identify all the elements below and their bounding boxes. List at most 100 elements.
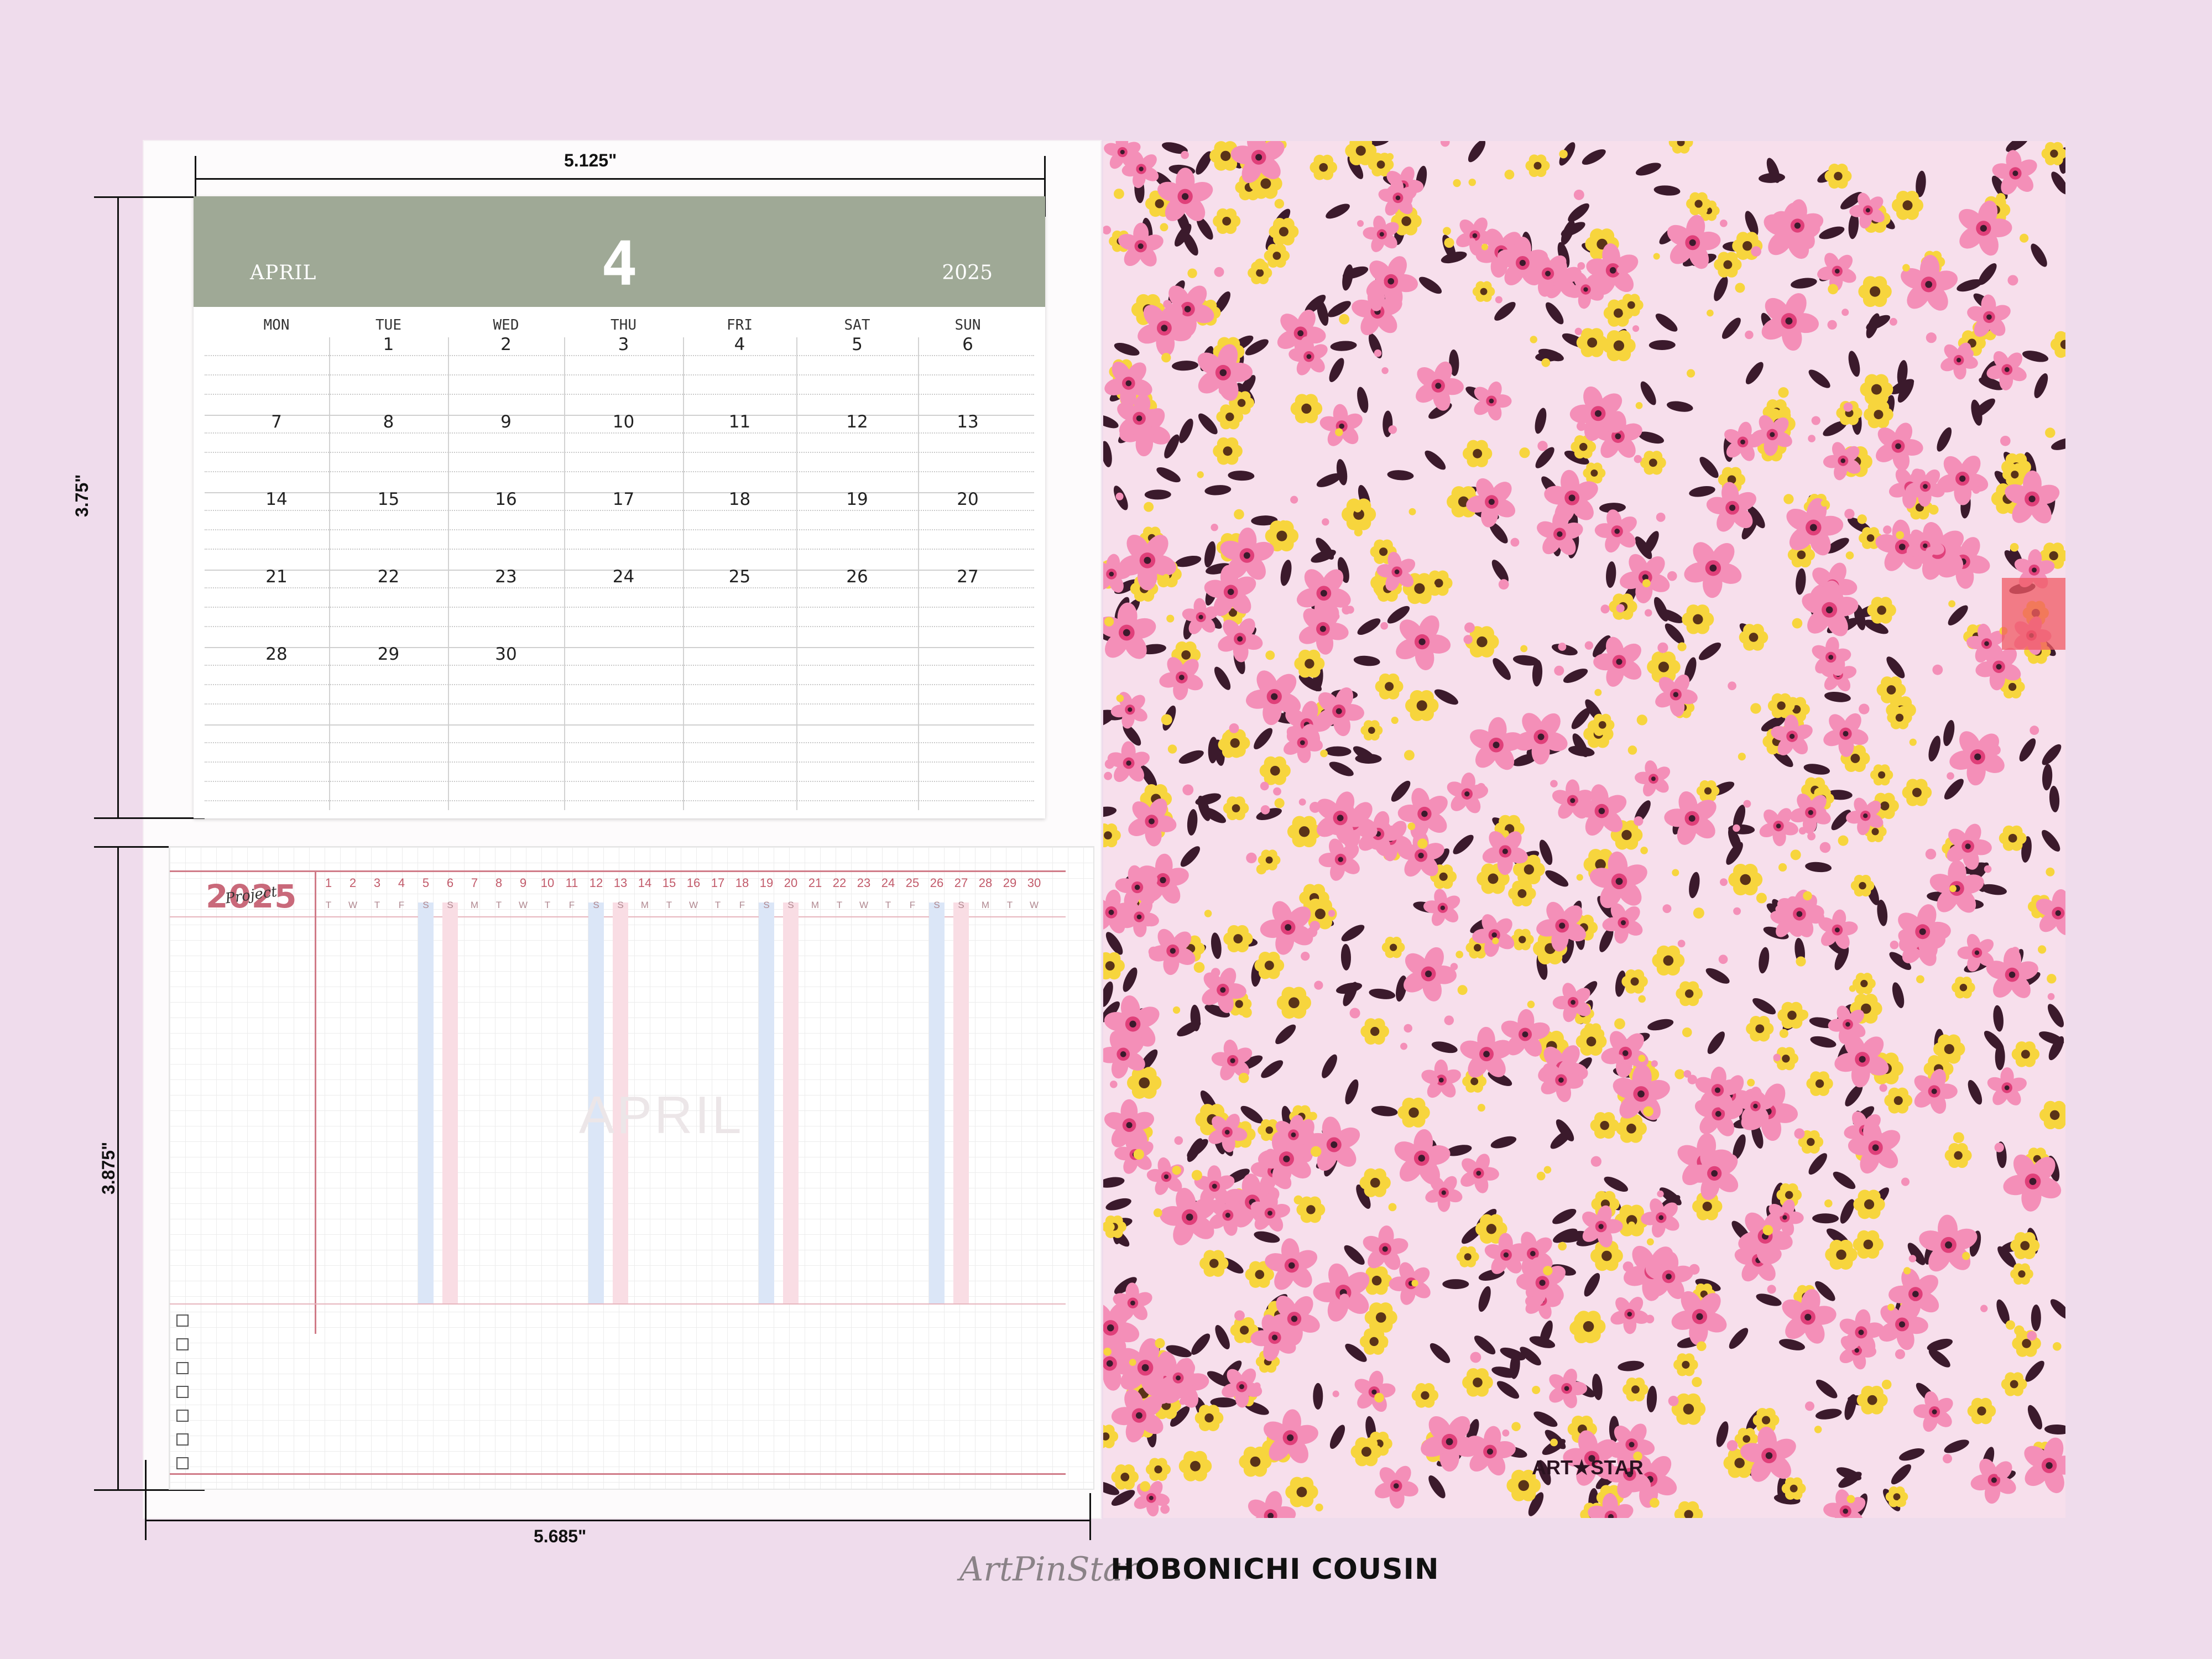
dot-icon: [1948, 600, 1956, 608]
pink-flower-icon: [1987, 1067, 2027, 1105]
leaf-icon: [2049, 785, 2060, 812]
dot-icon: [1253, 1382, 1261, 1390]
dot-icon: [1357, 220, 1364, 227]
dot-icon: [1828, 284, 1838, 295]
dot-icon: [1590, 1156, 1601, 1167]
calendar-day[interactable]: 18: [683, 489, 796, 509]
dot-icon: [1464, 622, 1475, 633]
leaf-icon: [1353, 655, 1380, 666]
dot-icon: [2011, 947, 2020, 955]
calendar-day[interactable]: 16: [448, 489, 564, 509]
dot-icon: [1536, 1171, 1546, 1181]
dot-icon: [1798, 1009, 1809, 1020]
calendar-day[interactable]: 27: [918, 567, 1018, 587]
project-day-number: 25: [905, 876, 920, 890]
calendar-day[interactable]: 17: [564, 489, 683, 509]
index-tab[interactable]: [2002, 578, 2065, 650]
calendar-day[interactable]: 13: [918, 412, 1018, 432]
dot-icon: [1687, 369, 1695, 378]
dot-icon: [1428, 1075, 1439, 1086]
checklist-checkbox[interactable]: [176, 1386, 189, 1398]
leaf-icon: [1428, 1475, 1446, 1499]
checklist-checkbox[interactable]: [176, 1433, 189, 1446]
dot-icon: [1682, 1027, 1692, 1037]
dot-icon: [1792, 618, 1803, 629]
yellow-flower-icon: [1867, 597, 1896, 624]
calendar-day[interactable]: 22: [329, 567, 448, 587]
calendar-day[interactable]: 15: [329, 489, 448, 509]
calendar-day[interactable]: 8: [329, 412, 448, 432]
project-day-letter: T: [1006, 900, 1013, 910]
calendar-day[interactable]: 7: [224, 412, 329, 432]
calendar-day[interactable]: 4: [683, 335, 796, 354]
dot-icon: [1942, 1454, 1953, 1464]
leaf-icon: [1535, 408, 1547, 434]
dot-icon: [1550, 1438, 1558, 1447]
pink-flower-icon: [1549, 1369, 1588, 1408]
leaf-icon: [1759, 947, 1770, 974]
calendar-day[interactable]: 2: [448, 335, 564, 354]
project-day-number: 6: [446, 876, 454, 890]
calendar-day[interactable]: 25: [683, 567, 796, 587]
dot-icon: [1627, 745, 1637, 755]
saturday-band: [759, 902, 774, 1303]
dot-icon: [1166, 614, 1175, 623]
checklist-checkbox[interactable]: [176, 1410, 189, 1422]
yellow-flower-icon: [1360, 720, 1383, 741]
yellow-flower-icon: [1381, 936, 1405, 958]
dot-icon: [1762, 1225, 1773, 1235]
calendar-day[interactable]: 28: [224, 644, 329, 664]
dot-icon: [1773, 1053, 1781, 1062]
dot-icon: [1116, 694, 1124, 702]
dot-icon: [1144, 502, 1154, 512]
leaf-icon: [1329, 358, 1344, 382]
calendar-day[interactable]: 14: [224, 489, 329, 509]
checklist-checkbox[interactable]: [176, 1457, 189, 1469]
calendar-day[interactable]: 5: [796, 335, 918, 354]
dot-icon: [2046, 867, 2055, 877]
leaf-icon: [1329, 1425, 1345, 1449]
checklist-checkbox[interactable]: [176, 1338, 189, 1350]
leaf-icon: [2042, 764, 2053, 791]
calendar-day[interactable]: 26: [796, 567, 918, 587]
calendar-day[interactable]: 21: [224, 567, 329, 587]
dot-icon: [1925, 848, 1937, 860]
dot-icon: [1453, 179, 1461, 187]
floral-pattern: [1103, 141, 2065, 1518]
dot-icon: [1807, 832, 1816, 841]
calendar-day[interactable]: 3: [564, 335, 683, 354]
leaf-icon: [1103, 414, 1119, 429]
dot-icon: [1964, 349, 1974, 358]
calendar-day[interactable]: 9: [448, 412, 564, 432]
dot-icon: [1477, 1104, 1485, 1112]
dot-icon: [1155, 1338, 1165, 1349]
calendar-day[interactable]: 30: [448, 644, 564, 664]
checklist-checkbox[interactable]: [176, 1362, 189, 1374]
calendar-day[interactable]: 29: [329, 644, 448, 664]
leaf-icon: [1892, 982, 1905, 1008]
dot-icon: [1634, 455, 1642, 463]
checklist-checkbox[interactable]: [176, 1314, 189, 1327]
pink-flower-icon: [1919, 1214, 1978, 1272]
yellow-flower-icon: [1902, 779, 1932, 806]
dot-icon: [1720, 878, 1728, 886]
calendar-day[interactable]: 19: [796, 489, 918, 509]
yellow-flower-icon: [1590, 1112, 1619, 1139]
calendar-day[interactable]: 12: [796, 412, 918, 432]
pink-flower-icon: [1354, 1370, 1396, 1412]
dot-icon: [1301, 951, 1310, 961]
dot-icon: [1928, 504, 1939, 515]
dot-icon: [1388, 425, 1397, 434]
calendar-day[interactable]: 23: [448, 567, 564, 587]
dot-icon: [1133, 1149, 1144, 1160]
dot-icon: [1455, 951, 1464, 958]
calendar-day[interactable]: 24: [564, 567, 683, 587]
yellow-flower-icon: [1223, 925, 1253, 953]
calendar-day[interactable]: 11: [683, 412, 796, 432]
calendar-day[interactable]: 6: [918, 335, 1018, 354]
pink-flower-icon: [1394, 1129, 1451, 1185]
calendar-day[interactable]: 1: [329, 335, 448, 354]
calendar-day[interactable]: 20: [918, 489, 1018, 509]
calendar-day[interactable]: 10: [564, 412, 683, 432]
leaf-icon: [2050, 1299, 2065, 1319]
